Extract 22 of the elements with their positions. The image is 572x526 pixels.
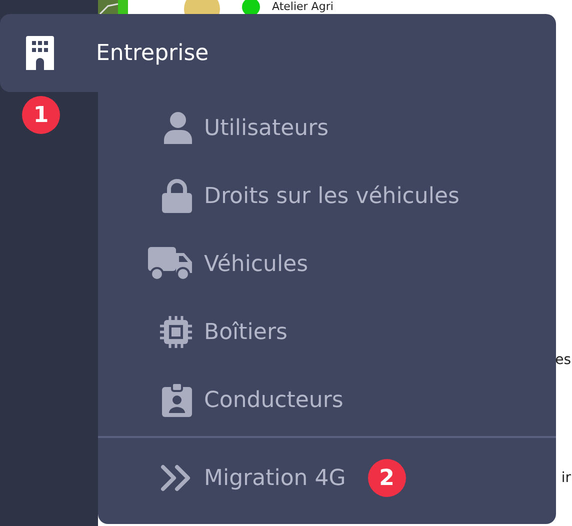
menu-header[interactable]: Entreprise (0, 14, 556, 92)
menu-item[interactable]: Boîtiers (98, 298, 556, 366)
id-badge-icon (162, 383, 192, 417)
menu-item[interactable]: Droits sur les véhicules (98, 162, 556, 230)
truck-icon (148, 247, 192, 281)
status-bar-marker (118, 0, 128, 14)
double-chevron-icon (160, 464, 192, 492)
building-icon (26, 36, 54, 70)
menu-item[interactable]: Utilisateurs (98, 94, 556, 162)
status-dot (242, 0, 260, 14)
background-text: es (555, 352, 571, 368)
menu-title: Entreprise (96, 40, 209, 66)
menu-item[interactable]: Véhicules (98, 230, 556, 298)
menu-item[interactable]: Conducteurs (98, 366, 556, 434)
lock-icon (162, 179, 192, 213)
step-badge: 2 (368, 459, 406, 497)
chip-icon (160, 316, 192, 348)
vehicle-name: Atelier Agri (272, 0, 334, 13)
user-icon (164, 112, 192, 144)
menu-item[interactable]: Migration 4G 2 (98, 438, 556, 518)
background-text: ir (561, 470, 571, 486)
map-thumbnail (98, 0, 118, 14)
